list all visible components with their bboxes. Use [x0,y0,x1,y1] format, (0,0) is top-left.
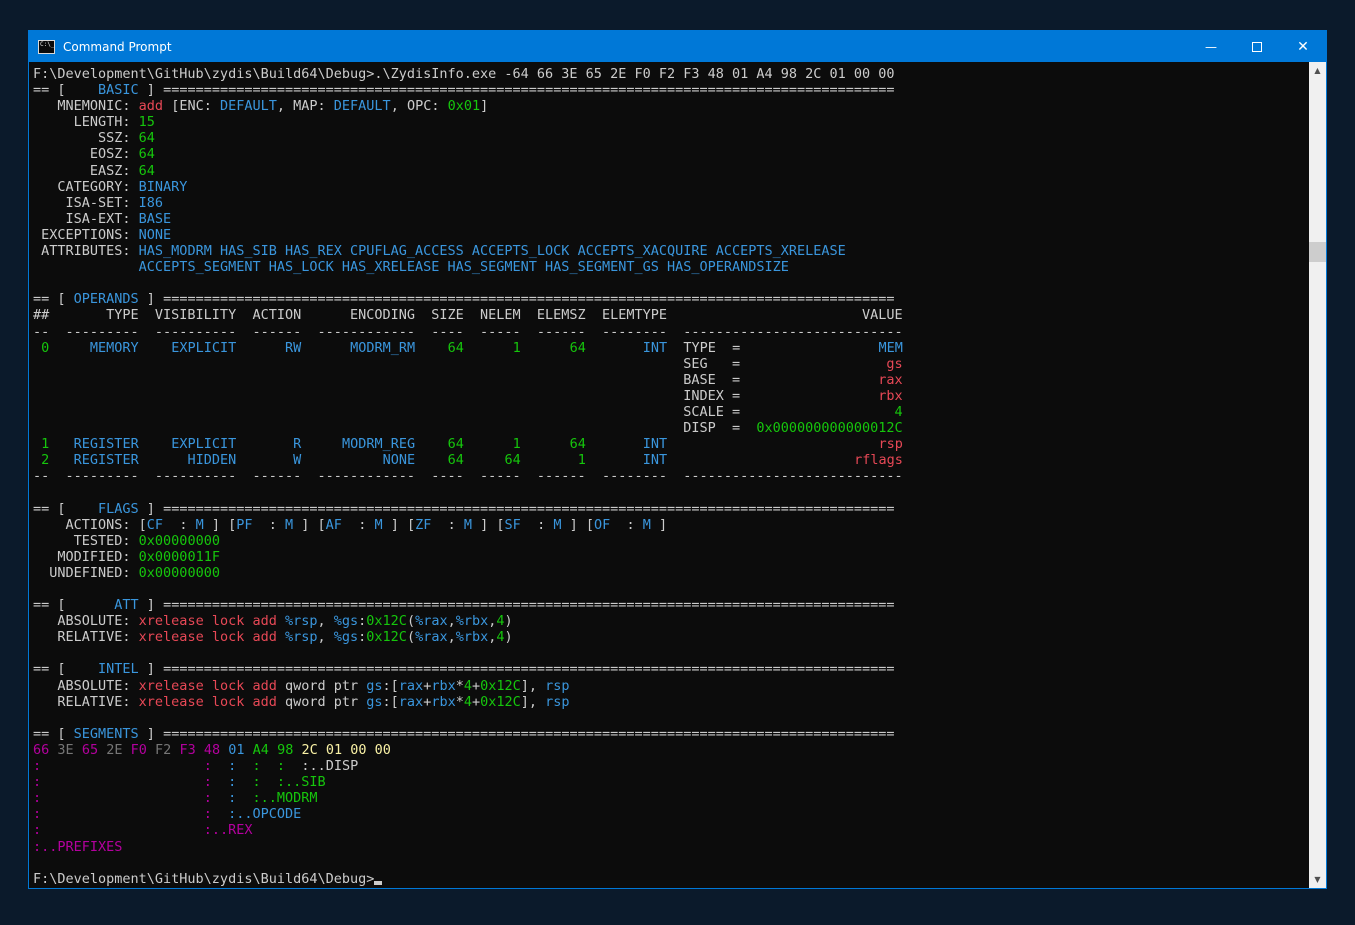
terminal-line: == [ FLAGS ] ===========================… [33,501,1309,517]
terminal-line: EOSZ: 64 [33,146,1309,162]
terminal-line: F:\Development\GitHub\zydis\Build64\Debu… [33,871,1309,887]
terminal-line: :..PREFIXES [33,839,1309,855]
cmd-icon: C:\_ [38,40,55,54]
scroll-up-icon[interactable]: ▲ [1309,62,1326,79]
terminal-line: == [ ATT ] =============================… [33,597,1309,613]
terminal-line: == [ INTEL ] ===========================… [33,661,1309,677]
terminal-line: SSZ: 64 [33,130,1309,146]
caption-buttons: — ✕ [1188,31,1326,62]
terminal-line: EXCEPTIONS: NONE [33,227,1309,243]
terminal-line: -- --------- ---------- ------ ---------… [33,324,1309,340]
terminal-line [33,484,1309,500]
maximize-icon [1252,42,1262,52]
terminal-line: ACTIONS: [CF : M ] [PF : M ] [AF : M ] [… [33,517,1309,533]
terminal-line: TESTED: 0x00000000 [33,533,1309,549]
terminal-line: 1 REGISTER EXPLICIT R MODRM_REG 64 1 64 … [33,436,1309,452]
scroll-down-icon[interactable]: ▼ [1309,871,1326,888]
terminal-line: EASZ: 64 [33,163,1309,179]
text-cursor [374,881,382,885]
maximize-button[interactable] [1234,31,1280,62]
terminal-line [33,581,1309,597]
terminal-line: ## TYPE VISIBILITY ACTION ENCODING SIZE … [33,307,1309,323]
terminal-line: MODIFIED: 0x0000011F [33,549,1309,565]
terminal-line: : : : : : :..DISP [33,758,1309,774]
terminal-line: RELATIVE: xrelease lock add %rsp, %gs:0x… [33,629,1309,645]
terminal-line: : : : : :..SIB [33,774,1309,790]
terminal-line: == [ OPERANDS ] ========================… [33,291,1309,307]
terminal-line: -- --------- ---------- ------ ---------… [33,468,1309,484]
scrollbar[interactable]: ▲ ▼ [1309,62,1326,888]
terminal-line: CATEGORY: BINARY [33,179,1309,195]
terminal-line: : : : :..MODRM [33,790,1309,806]
terminal-line: ISA-SET: I86 [33,195,1309,211]
terminal-line: : : :..OPCODE [33,806,1309,822]
terminal-line: 2 REGISTER HIDDEN W NONE 64 64 1 INT rfl… [33,452,1309,468]
terminal-line: ISA-EXT: BASE [33,211,1309,227]
command-prompt-window: C:\_ Command Prompt — ✕ F:\Development\G… [28,30,1327,889]
titlebar-left: C:\_ Command Prompt [29,40,1188,54]
terminal-line [33,275,1309,291]
terminal-line: F:\Development\GitHub\zydis\Build64\Debu… [33,66,1309,82]
terminal-line: INDEX = rbx [33,388,1309,404]
close-button[interactable]: ✕ [1280,31,1326,62]
terminal-line: == [ SEGMENTS ] ========================… [33,726,1309,742]
window-title: Command Prompt [63,40,172,54]
terminal-line [33,710,1309,726]
scrollbar-thumb[interactable] [1309,242,1326,262]
close-icon: ✕ [1297,39,1309,55]
terminal-line: LENGTH: 15 [33,114,1309,130]
terminal-line: UNDEFINED: 0x00000000 [33,565,1309,581]
terminal-line [33,645,1309,661]
terminal-line [33,855,1309,871]
terminal-line: 66 3E 65 2E F0 F2 F3 48 01 A4 98 2C 01 0… [33,742,1309,758]
terminal-line: DISP = 0x000000000000012C [33,420,1309,436]
terminal-line: SCALE = 4 [33,404,1309,420]
minimize-button[interactable]: — [1188,31,1234,62]
terminal-line: : :..REX [33,822,1309,838]
terminal-line: ABSOLUTE: xrelease lock add %rsp, %gs:0x… [33,613,1309,629]
minimize-icon: — [1205,40,1217,54]
terminal-line: RELATIVE: xrelease lock add qword ptr gs… [33,694,1309,710]
terminal-line: SEG = gs [33,356,1309,372]
terminal-line: MNEMONIC: add [ENC: DEFAULT, MAP: DEFAUL… [33,98,1309,114]
terminal-line: ACCEPTS_SEGMENT HAS_LOCK HAS_XRELEASE HA… [33,259,1309,275]
window-body: F:\Development\GitHub\zydis\Build64\Debu… [29,62,1326,888]
terminal-line: == [ BASIC ] ===========================… [33,82,1309,98]
terminal-line: 0 MEMORY EXPLICIT RW MODRM_RM 64 1 64 IN… [33,340,1309,356]
terminal-line: ABSOLUTE: xrelease lock add qword ptr gs… [33,678,1309,694]
terminal-line: BASE = rax [33,372,1309,388]
terminal-line: ATTRIBUTES: HAS_MODRM HAS_SIB HAS_REX CP… [33,243,1309,259]
titlebar[interactable]: C:\_ Command Prompt — ✕ [29,31,1326,62]
terminal-output[interactable]: F:\Development\GitHub\zydis\Build64\Debu… [29,62,1309,888]
